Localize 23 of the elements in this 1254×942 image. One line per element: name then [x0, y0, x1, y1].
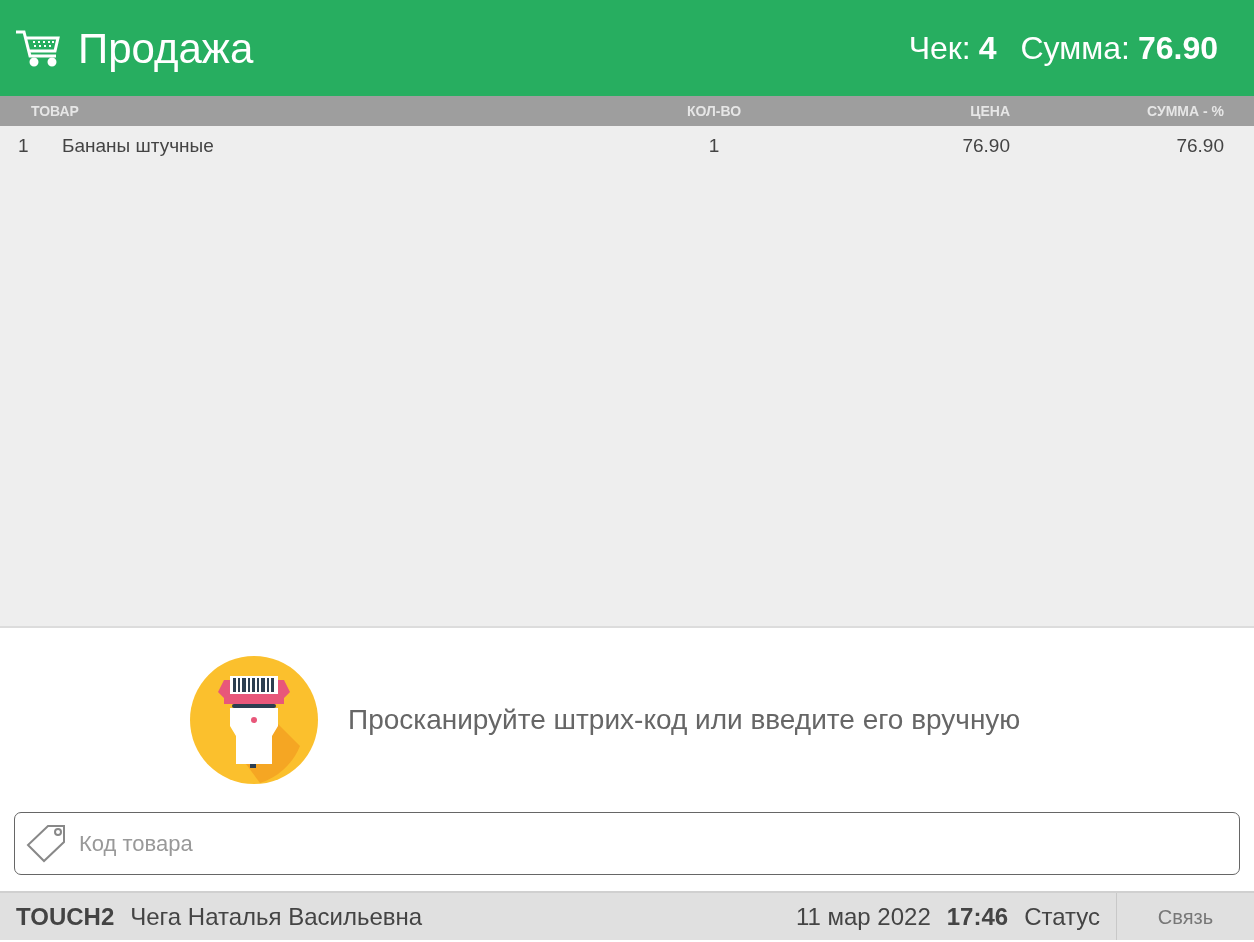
sum-value: 76.90 — [1137, 29, 1218, 68]
barcode-scanner-icon — [190, 656, 318, 784]
product-code-field[interactable]: Код товара — [14, 812, 1240, 875]
column-header: ЦЕНА — [970, 102, 1010, 119]
table-cell: 1 — [18, 134, 29, 156]
table-cell: 76.90 — [962, 134, 1010, 156]
page-title: Продажа — [78, 23, 254, 74]
cashier-name: Чега Наталья Васильевна — [130, 901, 423, 932]
check-number: 4 — [978, 29, 997, 68]
table-cell: 1 — [708, 134, 720, 156]
sum-label: Сумма: — [1020, 29, 1130, 68]
check-label: Чек: — [908, 29, 971, 68]
terminal-name: TOUCH2 — [16, 901, 115, 932]
status-text: Статус — [1024, 901, 1100, 932]
time-text: 17:46 — [946, 901, 1009, 932]
table-cell: 76.90 — [1176, 134, 1224, 156]
column-header: СУММА - % — [1147, 102, 1224, 119]
date-text: 11 мар 2022 — [795, 901, 931, 932]
column-header: ТОВАР — [31, 102, 79, 119]
cart-icon — [14, 28, 62, 68]
column-header: КОЛ-ВО — [686, 102, 742, 119]
table-cell: Бананы штучные — [62, 134, 214, 156]
scan-prompt: Просканируйте штрих-код или введите его вручную — [348, 703, 1021, 737]
